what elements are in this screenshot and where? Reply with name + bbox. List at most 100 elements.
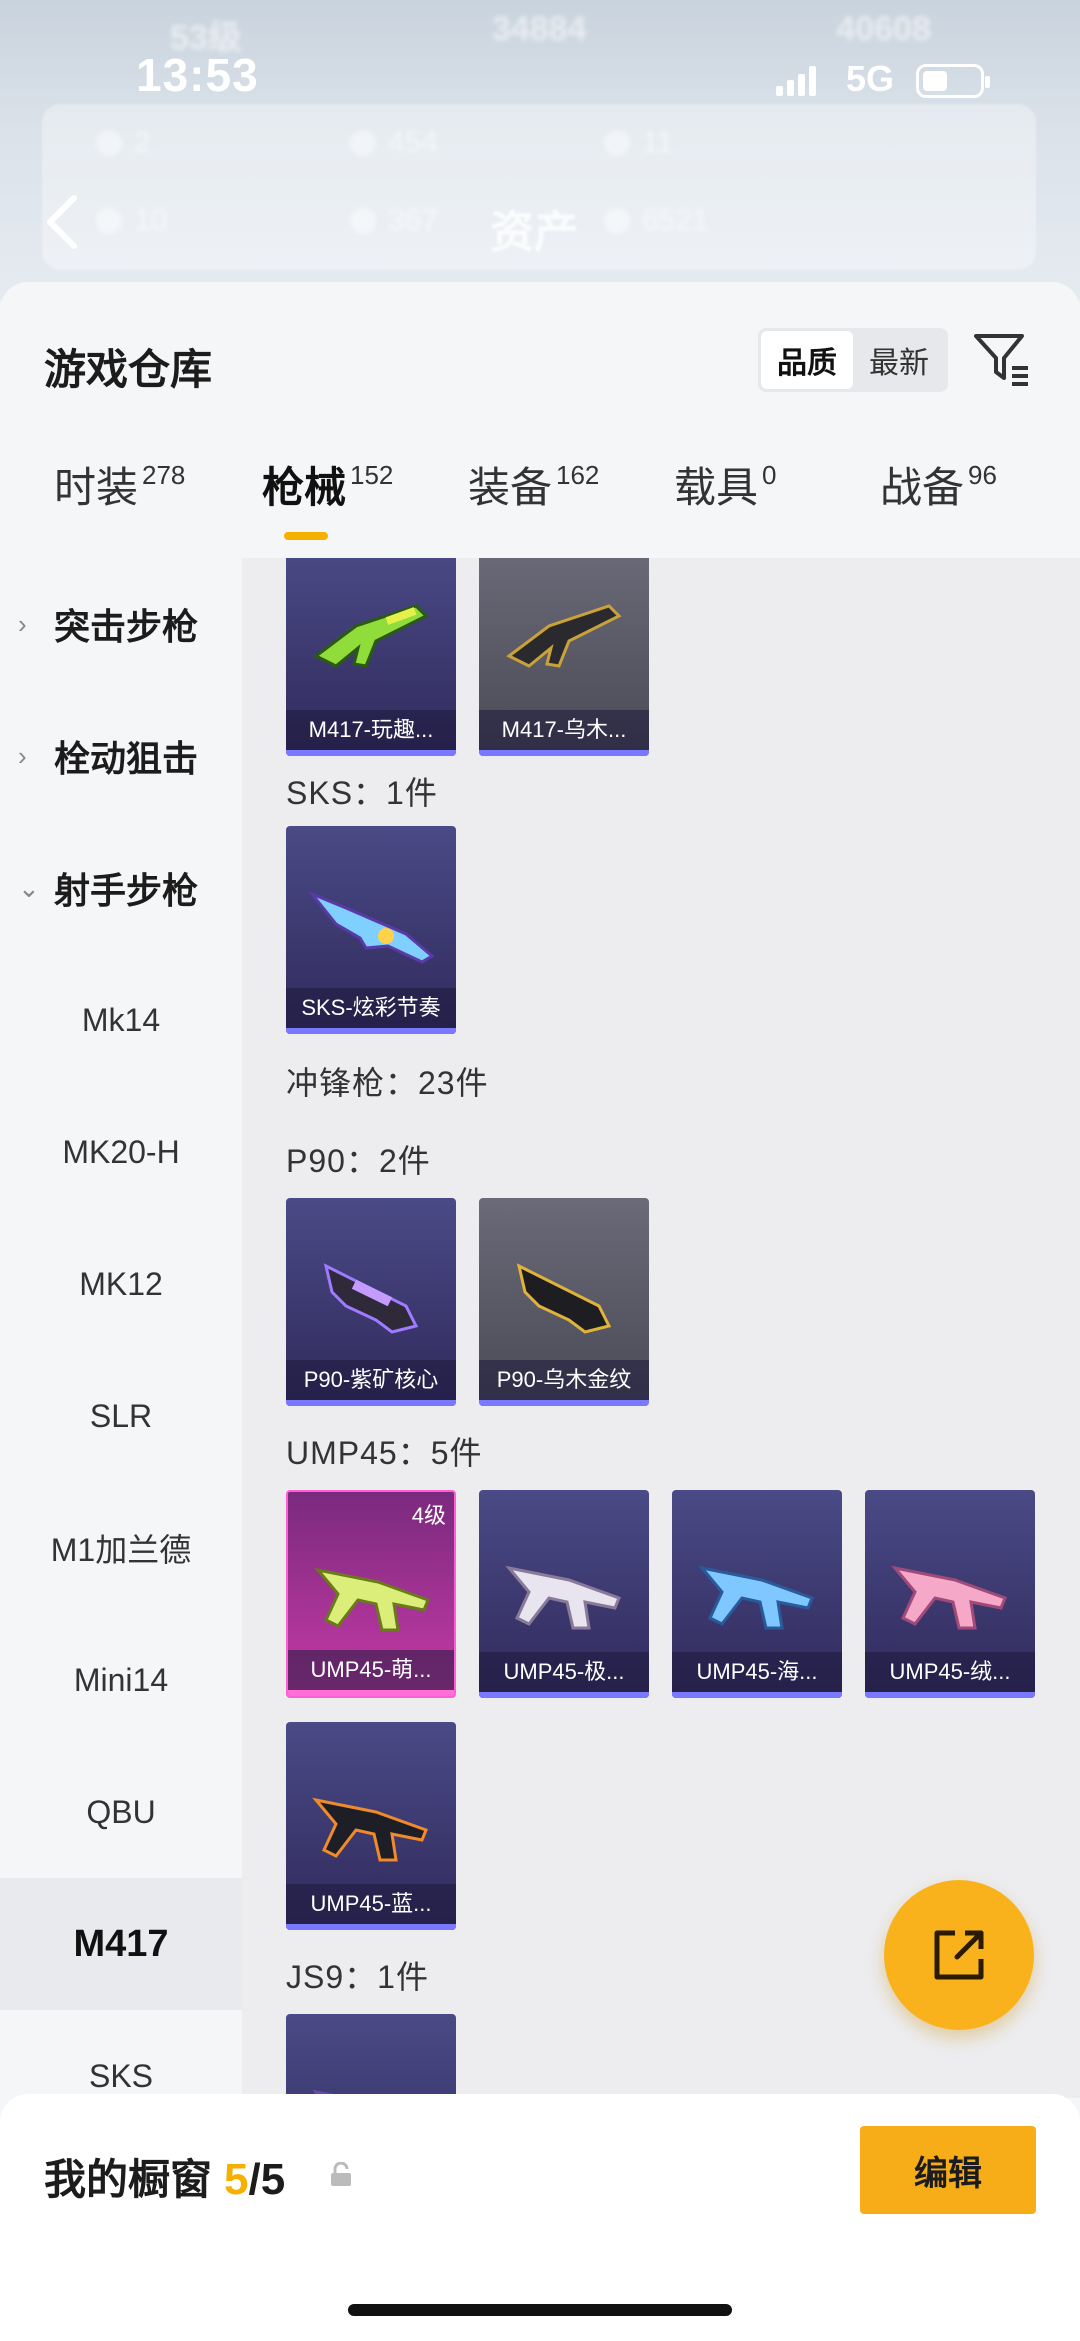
sidebar-item-assault-rifle[interactable]: › 突击步枪 bbox=[0, 558, 242, 690]
section-label-sks: SKS：1件 bbox=[286, 775, 438, 811]
skin-name: P90-紫矿核心 bbox=[286, 1360, 456, 1400]
skin-name: UMP45-海... bbox=[672, 1652, 842, 1692]
sidebar-item-mk14[interactable]: Mk14 bbox=[0, 954, 242, 1086]
skin-name: UMP45-极... bbox=[479, 1652, 649, 1692]
tab-equipment[interactable]: 装备 162 bbox=[468, 460, 599, 516]
rifle-skin-image bbox=[313, 604, 429, 668]
tab-label: 载具 bbox=[674, 464, 759, 511]
sidebar-item-mini14[interactable]: Mini14 bbox=[0, 1614, 242, 1746]
tab-count: 278 bbox=[142, 460, 186, 490]
showcase-total-count: 5 bbox=[260, 2155, 286, 2204]
share-button[interactable] bbox=[884, 1880, 1034, 2030]
chevron-right-icon: › bbox=[18, 608, 27, 639]
tab-firearms[interactable]: 枪械 152 bbox=[262, 460, 394, 540]
tab-label: 时装 bbox=[54, 464, 139, 511]
section-label-p90: P90：2件 bbox=[286, 1143, 431, 1179]
section-label-js9: JS9：1件 bbox=[286, 1959, 429, 1995]
skin-name: UMP45-萌... bbox=[288, 1650, 454, 1690]
backdrop-stat: 6521 bbox=[604, 204, 709, 238]
category-tabs: 时装 278 枪械 152 装备 162 载具 0 战备 96 bbox=[0, 460, 1080, 558]
sidebar-item-m417[interactable]: M417 bbox=[0, 1878, 242, 2010]
tab-count: 162 bbox=[556, 460, 600, 490]
tab-label: 战备 bbox=[880, 464, 965, 511]
edit-button[interactable]: 编辑 bbox=[860, 2126, 1036, 2214]
status-time: 13:53 bbox=[136, 49, 259, 101]
tab-fashion[interactable]: 时装 278 bbox=[54, 460, 185, 516]
cellular-signal-icon bbox=[776, 66, 816, 96]
showcase-used-count: 5 bbox=[224, 2155, 249, 2204]
skin-name: M417-乌木... bbox=[479, 710, 649, 750]
smg-skin-image bbox=[698, 1565, 814, 1630]
smg-skin-image bbox=[505, 1565, 621, 1630]
skin-name: M417-玩趣... bbox=[286, 710, 456, 750]
smg-skin-image bbox=[323, 1263, 419, 1334]
sidebar-item-bolt-sniper[interactable]: › 栓动狙击 bbox=[0, 690, 242, 822]
sidebar-item-label: 突击步枪 bbox=[54, 606, 199, 647]
backdrop-stat: 10 bbox=[96, 204, 167, 238]
backdrop-stat: 11 bbox=[604, 126, 673, 160]
skin-name: UMP45-蓝... bbox=[286, 1884, 456, 1924]
sidebar-item-slr[interactable]: SLR bbox=[0, 1350, 242, 1482]
skin-card[interactable]: UMP45-海... bbox=[672, 1490, 842, 1698]
sort-toggle: 品质 最新 bbox=[758, 328, 948, 392]
backdrop-stat: 367 bbox=[350, 204, 438, 238]
tab-count: 96 bbox=[968, 460, 997, 490]
lock-icon bbox=[331, 2162, 351, 2186]
showcase-separator: / bbox=[248, 2155, 261, 2204]
tab-battle-supplies[interactable]: 战备 96 bbox=[880, 460, 997, 516]
sidebar-item-label: 射手步枪 bbox=[54, 870, 199, 911]
sidebar-item-label: 栓动狙击 bbox=[54, 738, 199, 779]
sort-quality-button[interactable]: 品质 bbox=[761, 331, 853, 389]
backdrop-stat: 2 bbox=[96, 126, 151, 160]
sheet-header: 游戏仓库 品质 最新 时装 278 枪械 152 装备 162 载具 0 战备 … bbox=[0, 282, 1080, 558]
blurred-header-backdrop: 53级 34884 40608 2 454 11 10 367 6521 资产 bbox=[0, 0, 1080, 300]
status-bar: 13:53 5G bbox=[0, 48, 1080, 112]
skin-name: UMP45-绒... bbox=[865, 1652, 1035, 1692]
skin-card[interactable]: M417-乌木... bbox=[479, 558, 649, 756]
skin-card[interactable]: M417-玩趣... bbox=[286, 558, 456, 756]
tab-count: 152 bbox=[350, 460, 394, 490]
skin-card[interactable]: 4级 UMP45-萌... bbox=[286, 1490, 456, 1698]
skin-card[interactable]: UMP45-蓝... bbox=[286, 1722, 456, 1930]
tab-label: 装备 bbox=[468, 464, 553, 511]
tab-count: 0 bbox=[762, 460, 777, 490]
smg-skin-image bbox=[312, 2089, 354, 2098]
backdrop-page-title: 资产 bbox=[490, 208, 578, 257]
skin-level-badge: 4级 bbox=[411, 1503, 446, 1528]
showcase-label: 我的橱窗 bbox=[44, 2156, 213, 2203]
sidebar-item-mk12[interactable]: MK12 bbox=[0, 1218, 242, 1350]
smg-skin-image bbox=[312, 1797, 428, 1862]
warehouse-sheet: 游戏仓库 品质 最新 时装 278 枪械 152 装备 162 载具 0 战备 … bbox=[0, 282, 1080, 2341]
tab-vehicles[interactable]: 载具 0 bbox=[674, 460, 776, 516]
weapon-skin-grid: M417-玩趣... M417-乌木... SKS：1件 SKS-炫彩节奏 冲锋… bbox=[242, 558, 1080, 2098]
sort-latest-button[interactable]: 最新 bbox=[853, 331, 945, 389]
chevron-down-icon: ⌄ bbox=[18, 872, 40, 903]
share-external-icon bbox=[934, 1930, 984, 1980]
network-type: 5G bbox=[846, 58, 895, 99]
skin-card[interactable] bbox=[286, 2014, 456, 2098]
section-label-ump45: UMP45：5件 bbox=[286, 1435, 483, 1471]
warehouse-title: 游戏仓库 bbox=[44, 346, 213, 393]
tab-label: 枪械 bbox=[262, 464, 347, 511]
home-indicator bbox=[348, 2304, 732, 2316]
sidebar-item-mk20h[interactable]: MK20-H bbox=[0, 1086, 242, 1218]
skin-card[interactable]: UMP45-绒... bbox=[865, 1490, 1035, 1698]
filter-icon[interactable] bbox=[972, 328, 1032, 388]
skin-card[interactable]: P90-紫矿核心 bbox=[286, 1198, 456, 1406]
rifle-skin-image bbox=[506, 604, 622, 668]
chevron-right-icon: › bbox=[18, 740, 27, 771]
smg-skin-image bbox=[314, 1567, 430, 1632]
back-arrow-icon[interactable] bbox=[42, 192, 82, 252]
rifle-skin-image bbox=[307, 890, 435, 964]
smg-skin-image bbox=[891, 1565, 1007, 1630]
smg-skin-image bbox=[516, 1263, 612, 1334]
skin-name: SKS-炫彩节奏 bbox=[286, 988, 456, 1028]
skin-card[interactable]: SKS-炫彩节奏 bbox=[286, 826, 456, 1034]
sidebar-item-m1-garand[interactable]: M1加兰德 bbox=[0, 1482, 242, 1614]
weapon-type-sidebar: › 突击步枪 › 栓动狙击 ⌄ 射手步枪 Mk14 MK20-H MK12 SL… bbox=[0, 558, 242, 2158]
battery-icon bbox=[916, 64, 990, 98]
sidebar-item-marksman-rifle[interactable]: ⌄ 射手步枪 bbox=[0, 822, 242, 954]
skin-card[interactable]: P90-乌木金纹 bbox=[479, 1198, 649, 1406]
skin-card[interactable]: UMP45-极... bbox=[479, 1490, 649, 1698]
sidebar-item-qbu[interactable]: QBU bbox=[0, 1746, 242, 1878]
